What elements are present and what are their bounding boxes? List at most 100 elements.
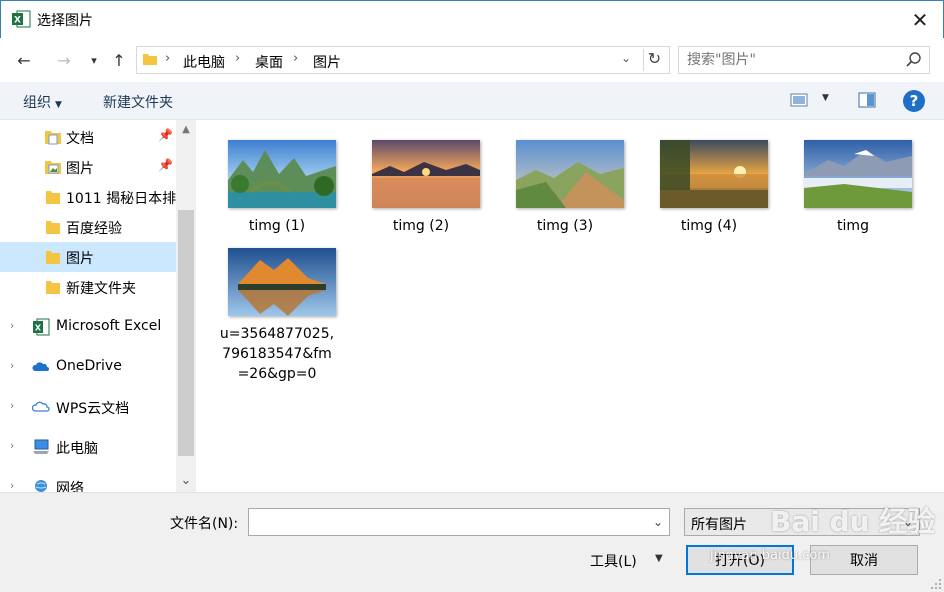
expand-chevron-icon[interactable]: › xyxy=(10,479,14,492)
back-button[interactable]: ← xyxy=(12,48,36,72)
sidebar-item-baidu-jingyan[interactable]: 百度经验 xyxy=(0,212,176,242)
arrow-left-icon: ← xyxy=(17,50,31,70)
sidebar-item-label: 此电脑 xyxy=(56,441,98,457)
breadcrumb-separator-icon: › xyxy=(235,51,241,66)
file-type-value: 所有图片 xyxy=(691,517,747,533)
sidebar-item-documents[interactable]: 文档 📌 xyxy=(0,122,176,152)
svg-text:X: X xyxy=(14,16,21,26)
close-button[interactable]: ✕ xyxy=(905,5,935,35)
svg-text:X: X xyxy=(35,324,42,333)
excel-app-icon: X xyxy=(12,10,31,28)
baidu-watermark-url: jingyan.baidu.com xyxy=(710,548,830,563)
onedrive-icon xyxy=(32,362,49,371)
sidebar-item-this-pc[interactable]: › 此电脑 xyxy=(0,432,176,462)
arrow-up-icon: ↑ xyxy=(112,50,126,70)
sidebar-item-folder-1011[interactable]: 1011 揭秘日本排 xyxy=(0,182,176,212)
expand-chevron-icon[interactable]: › xyxy=(10,439,14,452)
file-name: timg (3) xyxy=(536,218,594,234)
navigation-pane: 文档 📌 图片 📌 1011 揭秘日本排 百度经验 图片 新建文件夹 › X M… xyxy=(0,120,196,492)
scroll-down-icon[interactable]: ⌄ xyxy=(176,470,196,492)
view-options-caret-icon[interactable]: ▼ xyxy=(822,93,829,103)
organize-menu[interactable]: 组织 ▼ xyxy=(23,92,62,112)
breadcrumb-pictures[interactable]: 图片 xyxy=(313,52,341,72)
organize-label: 组织 xyxy=(23,95,51,111)
file-tile[interactable]: timg xyxy=(788,120,918,234)
sidebar-item-label: 百度经验 xyxy=(66,221,122,237)
image-thumbnail xyxy=(804,140,912,208)
file-name: timg (2) xyxy=(392,218,450,234)
expand-chevron-icon[interactable]: › xyxy=(10,359,14,372)
file-name: timg (4) xyxy=(680,218,738,234)
folder-icon xyxy=(46,251,60,264)
close-icon: ✕ xyxy=(911,8,929,32)
image-thumbnail xyxy=(660,140,768,208)
address-dropdown-icon[interactable]: ⌄ xyxy=(621,51,631,65)
file-tile[interactable]: timg (2) xyxy=(356,120,486,234)
refresh-icon: ↻ xyxy=(647,49,662,68)
file-tile[interactable]: timg (1) xyxy=(212,120,342,234)
title-bar: X 选择图片 ✕ xyxy=(0,0,944,38)
pin-icon: 📌 xyxy=(158,158,173,172)
file-name-line: u=3564877025, xyxy=(219,326,335,342)
sidebar-item-pictures[interactable]: 图片 xyxy=(0,242,176,272)
file-tile[interactable]: u=3564877025, 796183547&fm =26&gp=0 xyxy=(212,228,342,388)
excel-icon: X xyxy=(33,318,50,336)
navigation-bar: ← → ▾ ↑ › 此电脑 › 桌面 › 图片 ⌄ ↻ xyxy=(0,38,944,82)
tools-menu[interactable]: 工具(L) xyxy=(590,551,637,571)
preview-pane-icon[interactable] xyxy=(858,92,876,108)
up-button[interactable]: ↑ xyxy=(107,48,131,72)
pictures-folder-icon xyxy=(45,161,61,174)
scrollbar-thumb[interactable] xyxy=(178,210,194,456)
file-name-line: 796183547&fm xyxy=(222,346,332,362)
image-thumbnail xyxy=(228,140,336,208)
sidebar-item-wps-cloud[interactable]: › WPS云文档 xyxy=(0,392,176,422)
help-icon[interactable]: ? xyxy=(903,90,925,112)
search-input[interactable] xyxy=(687,50,897,70)
sidebar-item-label: Microsoft Excel xyxy=(56,318,162,334)
sidebar-item-label: 1011 揭秘日本排 xyxy=(66,191,177,207)
resize-grip-icon[interactable] xyxy=(930,578,942,590)
caret-down-icon[interactable]: ▼ xyxy=(655,553,663,564)
sidebar-item-new-folder[interactable]: 新建文件夹 xyxy=(0,272,176,302)
search-box[interactable] xyxy=(678,46,930,74)
breadcrumb-this-pc[interactable]: 此电脑 xyxy=(183,52,225,72)
sidebar-item-network[interactable]: › 网络 xyxy=(0,472,176,492)
refresh-button[interactable]: ↻ xyxy=(643,49,665,71)
documents-folder-icon xyxy=(45,131,61,145)
sidebar-item-label: 新建文件夹 xyxy=(66,281,136,297)
file-tile[interactable]: timg (3) xyxy=(500,120,630,234)
change-view-icon[interactable] xyxy=(790,92,808,108)
breadcrumb-separator-icon: › xyxy=(293,51,299,66)
arrow-right-icon: → xyxy=(57,50,71,70)
file-name-line: =26&gp=0 xyxy=(237,366,317,382)
sidebar-item-label: WPS云文档 xyxy=(56,401,130,417)
breadcrumb-separator-icon: › xyxy=(165,51,171,66)
file-name: timg xyxy=(837,218,869,234)
breadcrumb-desktop[interactable]: 桌面 xyxy=(255,52,283,72)
new-folder-button[interactable]: 新建文件夹 xyxy=(103,92,173,112)
file-list: timg (1) timg (2) timg (3) timg (4) timg… xyxy=(196,120,944,492)
address-bar[interactable]: › 此电脑 › 桌面 › 图片 ⌄ ↻ xyxy=(136,46,670,74)
chevron-down-icon[interactable]: ⌄ xyxy=(653,515,663,529)
forward-button[interactable]: → xyxy=(52,48,76,72)
file-tile[interactable]: timg (4) xyxy=(644,120,774,234)
expand-chevron-icon[interactable]: › xyxy=(10,399,14,412)
image-thumbnail xyxy=(372,140,480,208)
expand-chevron-icon[interactable]: › xyxy=(10,319,14,332)
folder-icon xyxy=(46,221,60,234)
sidebar-item-label: 图片 xyxy=(66,161,94,177)
recent-locations-button[interactable]: ▾ xyxy=(82,48,106,72)
network-icon xyxy=(35,480,47,492)
sidebar-item-onedrive[interactable]: › OneDrive xyxy=(0,352,176,382)
filename-label: 文件名(N): xyxy=(170,516,239,532)
sidebar-item-pictures-pinned[interactable]: 图片 📌 xyxy=(0,152,176,182)
sidebar-item-microsoft-excel[interactable]: › X Microsoft Excel xyxy=(0,312,176,342)
filename-field[interactable]: ⌄ xyxy=(248,508,670,536)
scroll-up-icon[interactable]: ▲ xyxy=(176,120,196,140)
file-type-select[interactable]: 所有图片 ⌄ xyxy=(684,508,920,536)
file-name: u=3564877025, 796183547&fm =26&gp=0 xyxy=(212,324,342,384)
filename-input[interactable] xyxy=(249,509,639,533)
sidebar-item-label: 文档 xyxy=(66,131,94,147)
search-icon[interactable] xyxy=(905,51,923,69)
sidebar-scrollbar[interactable]: ▲ ⌄ xyxy=(176,120,196,492)
